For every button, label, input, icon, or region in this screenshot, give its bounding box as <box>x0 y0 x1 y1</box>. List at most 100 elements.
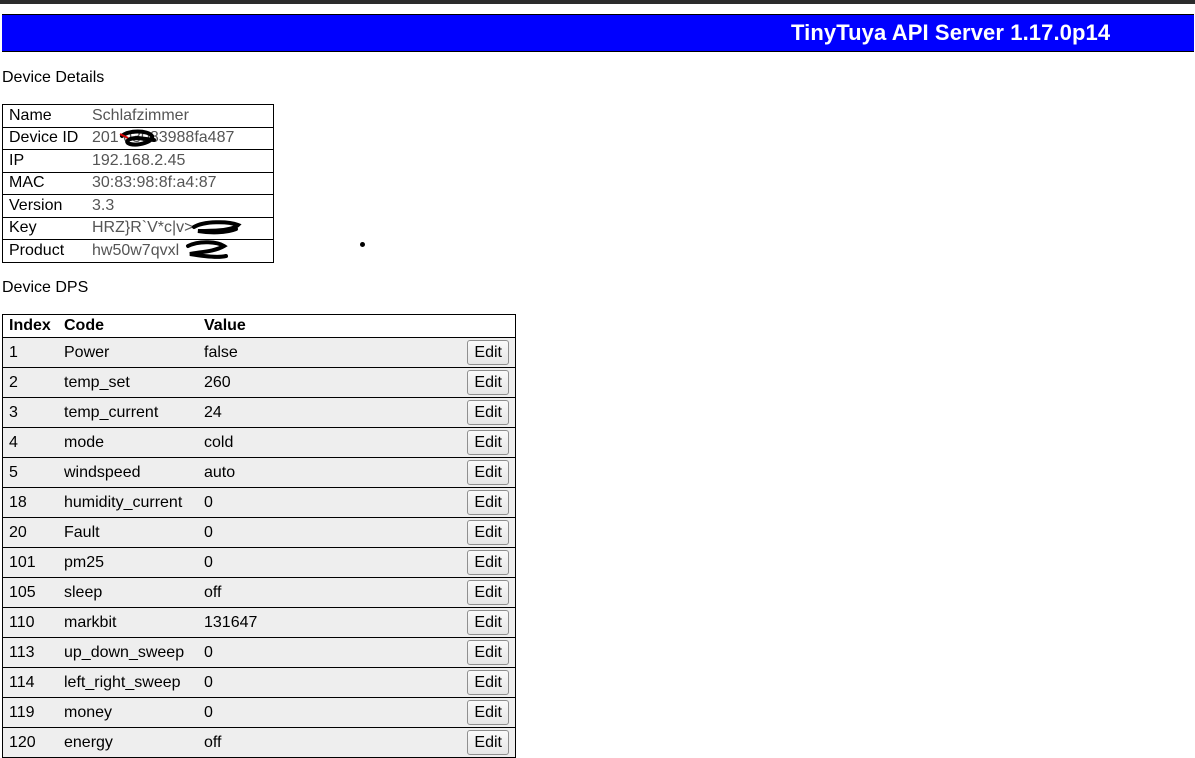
dps-value-cell: false <box>198 337 459 368</box>
dps-index-cell: 3 <box>2 397 58 428</box>
edit-button[interactable]: Edit <box>467 730 509 755</box>
dps-action-cell: Edit <box>459 637 516 668</box>
device-detail-row: Device ID 201 03083988fa487 <box>2 127 274 150</box>
edit-button[interactable]: Edit <box>467 430 509 455</box>
dps-value-cell: 24 <box>198 397 459 428</box>
dps-action-cell: Edit <box>459 607 516 638</box>
dps-row: 101 pm25 0 Edit <box>2 547 516 578</box>
device-detail-key: Version <box>2 194 86 218</box>
dps-code-cell: Power <box>58 337 198 368</box>
dps-value-cell: 0 <box>198 547 459 578</box>
dps-value-cell: auto <box>198 457 459 488</box>
device-detail-row: Product hw50w7qvxl <box>3 240 274 263</box>
column-header-actions <box>459 314 516 338</box>
dps-code-cell: mode <box>58 427 198 458</box>
device-details-table: Name Schlafzimmer Device ID 201 03083988fa4… <box>2 104 274 263</box>
dps-header-row: Index Code Value <box>2 314 516 338</box>
dps-code-cell: markbit <box>58 607 198 638</box>
dps-row: 110 markbit 131647 Edit <box>2 607 516 638</box>
dps-action-cell: Edit <box>459 667 516 698</box>
dps-row: 119 money 0 Edit <box>2 697 516 728</box>
device-detail-value: 30:83:98:8f:a4:87 <box>86 172 274 195</box>
edit-button[interactable]: Edit <box>467 400 509 425</box>
edit-button[interactable]: Edit <box>467 370 509 395</box>
page-title: TinyTuya API Server 1.17.0p14 <box>791 20 1111 45</box>
dps-action-cell: Edit <box>459 547 516 578</box>
top-border-line <box>0 0 1195 4</box>
edit-button[interactable]: Edit <box>467 460 509 485</box>
dps-row: 3 temp_current 24 Edit <box>2 397 516 428</box>
device-detail-row: Version 3.3 <box>2 194 274 218</box>
dps-index-cell: 20 <box>2 517 58 548</box>
dps-index-cell: 114 <box>2 667 58 698</box>
stray-dot <box>360 242 365 247</box>
edit-button[interactable]: Edit <box>467 550 509 575</box>
dps-value-cell: off <box>198 727 459 758</box>
dps-index-cell: 5 <box>2 457 58 488</box>
dps-action-cell: Edit <box>459 487 516 518</box>
dps-index-cell: 110 <box>2 607 58 638</box>
edit-button[interactable]: Edit <box>467 520 509 545</box>
edit-button[interactable]: Edit <box>467 610 509 635</box>
dps-code-cell: energy <box>58 727 198 758</box>
dps-action-cell: Edit <box>459 517 516 548</box>
dps-index-cell: 2 <box>2 367 58 398</box>
dps-index-cell: 120 <box>2 727 58 758</box>
dps-action-cell: Edit <box>459 367 516 398</box>
device-dps-table: Index Code Value 1 Power false Edit 2 temp_se… <box>2 314 516 758</box>
device-detail-key: Name <box>2 104 86 128</box>
dps-value-cell: cold <box>198 427 459 458</box>
dps-value-cell: 0 <box>198 637 459 668</box>
dps-action-cell: Edit <box>459 577 516 608</box>
device-detail-key: Key <box>2 217 86 240</box>
device-detail-value: 201 03083988fa487 <box>86 127 274 150</box>
column-header-code: Code <box>58 314 198 338</box>
column-header-index: Index <box>2 314 58 338</box>
device-detail-row: Key HRZ}R`V*c|v> <box>2 217 274 240</box>
dps-value-cell: 0 <box>198 487 459 518</box>
edit-button[interactable]: Edit <box>467 700 509 725</box>
device-dps-heading: Device DPS <box>2 279 89 296</box>
dps-code-cell: left_right_sweep <box>58 667 198 698</box>
edit-button[interactable]: Edit <box>467 640 509 665</box>
dps-action-cell: Edit <box>459 727 516 758</box>
dps-row: 20 Fault 0 Edit <box>2 517 516 548</box>
device-detail-key: Product <box>9 241 65 259</box>
device-detail-value: HRZ}R`V*c|v> <box>86 217 274 240</box>
dps-action-cell: Edit <box>459 427 516 458</box>
dps-index-cell: 113 <box>2 637 58 668</box>
dps-index-cell: 18 <box>2 487 58 518</box>
device-detail-value: hw50w7qvxl <box>92 241 180 259</box>
dps-code-cell: pm25 <box>58 547 198 578</box>
edit-button[interactable]: Edit <box>467 580 509 605</box>
edit-button[interactable]: Edit <box>467 490 509 515</box>
device-detail-key: Device ID <box>2 127 86 150</box>
edit-button[interactable]: Edit <box>467 340 509 365</box>
dps-action-cell: Edit <box>459 457 516 488</box>
edit-button[interactable]: Edit <box>467 670 509 695</box>
dps-action-cell: Edit <box>459 697 516 728</box>
dps-row: 120 energy off Edit <box>2 727 516 758</box>
dps-row: 4 mode cold Edit <box>2 427 516 458</box>
dps-index-cell: 119 <box>2 697 58 728</box>
dps-row: 1 Power false Edit <box>2 337 516 368</box>
dps-code-cell: temp_current <box>58 397 198 428</box>
dps-index-cell: 4 <box>2 427 58 458</box>
dps-row: 2 temp_set 260 Edit <box>2 367 516 398</box>
device-details-heading: Device Details <box>2 69 105 86</box>
device-detail-value: 3.3 <box>86 194 274 218</box>
device-detail-key: MAC <box>2 172 86 195</box>
dps-code-cell: money <box>58 697 198 728</box>
dps-index-cell: 105 <box>2 577 58 608</box>
dps-value-cell: 131647 <box>198 607 459 638</box>
dps-code-cell: humidity_current <box>58 487 198 518</box>
dps-action-cell: Edit <box>459 397 516 428</box>
dps-row: 114 left_right_sweep 0 Edit <box>2 667 516 698</box>
column-header-value: Value <box>198 314 459 338</box>
dps-row: 18 humidity_current 0 Edit <box>2 487 516 518</box>
dps-value-cell: 0 <box>198 517 459 548</box>
device-detail-row: IP 192.168.2.45 <box>2 149 274 173</box>
dps-index-cell: 101 <box>2 547 58 578</box>
dps-value-cell: 0 <box>198 667 459 698</box>
device-detail-row: Name Schlafzimmer <box>2 104 274 128</box>
